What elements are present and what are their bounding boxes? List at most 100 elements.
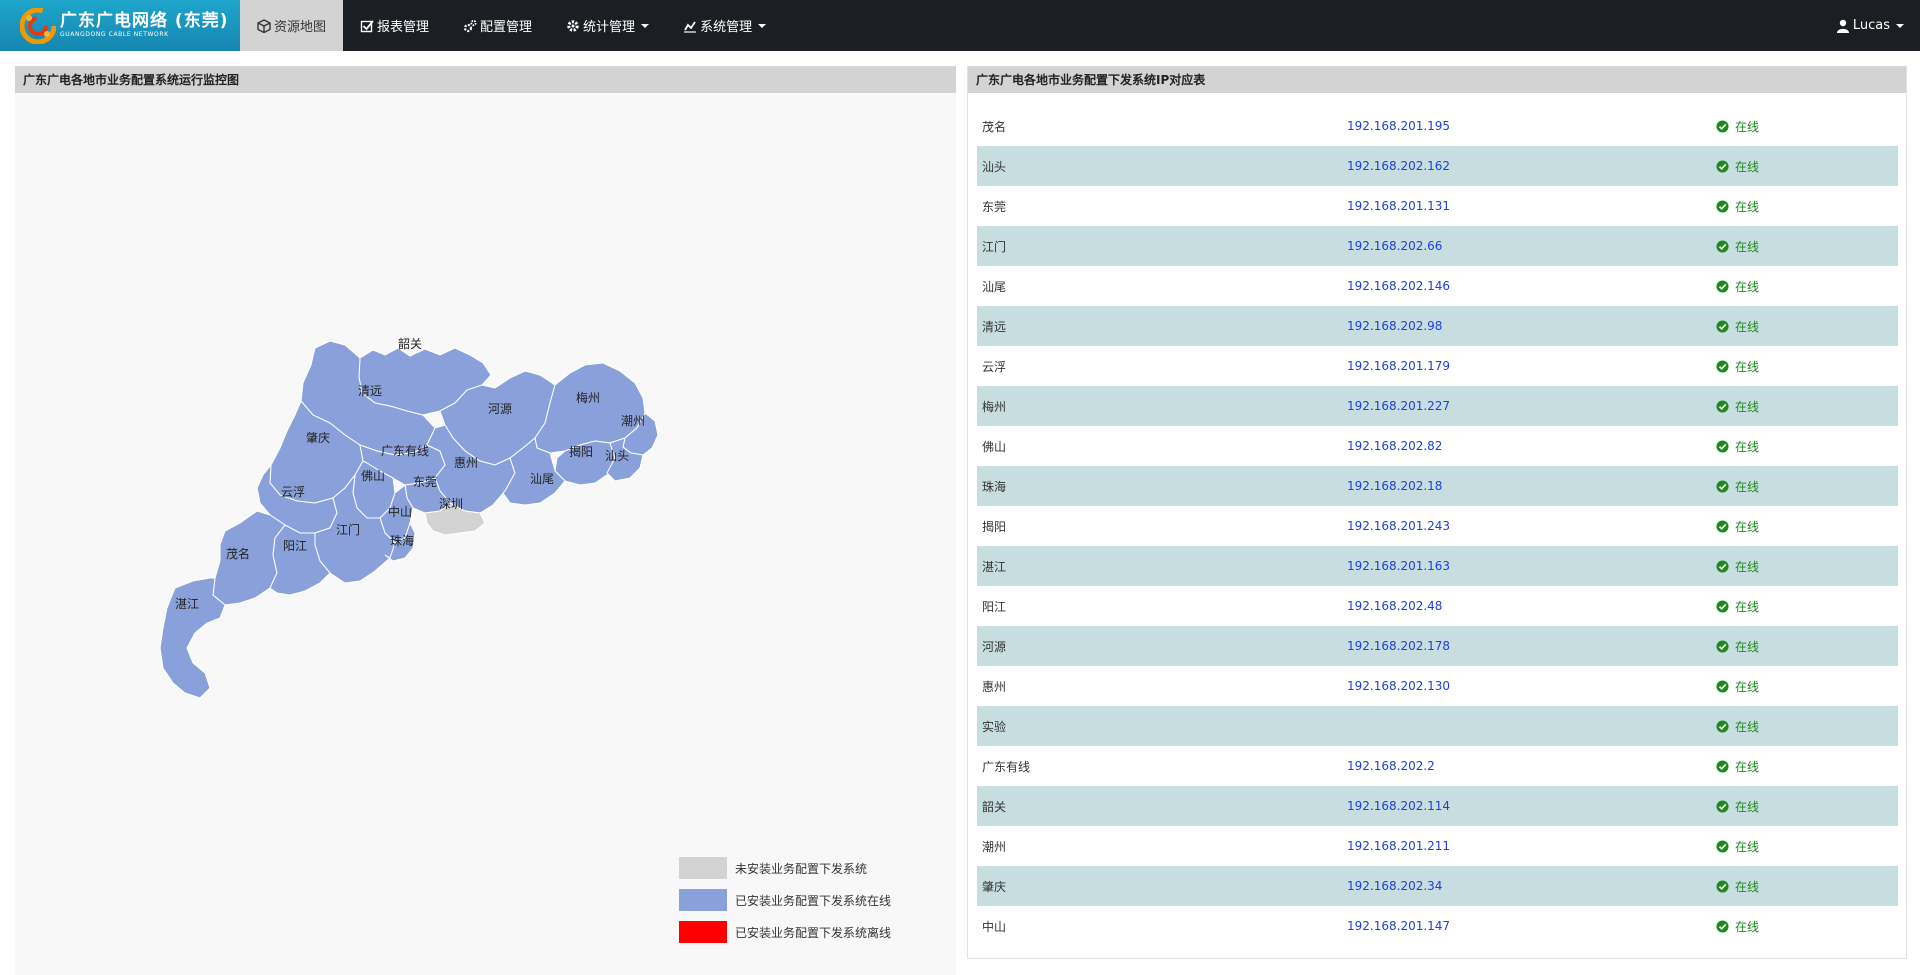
map-region-label: 茂名 <box>226 546 250 561</box>
status-cell: 在线 <box>1716 318 1759 335</box>
check-circle-icon <box>1716 559 1729 573</box>
city-cell: 广东有线 <box>982 759 1031 774</box>
main-nav: 资源地图 报表管理 配置管理 统计管理 系统管理 <box>240 0 783 51</box>
map-region-label: 江门 <box>336 522 360 537</box>
status-cell: 在线 <box>1716 558 1759 575</box>
city-cell: 云浮 <box>982 359 1007 374</box>
status-cell: 在线 <box>1716 638 1759 655</box>
table-row: 梅州 192.168.201.227 在线 <box>977 386 1898 426</box>
check-circle-icon <box>1716 879 1729 893</box>
brand-subtitle: GUANGDONG CABLE NETWORK <box>60 31 169 38</box>
city-cell: 珠海 <box>982 479 1007 494</box>
check-circle-icon <box>1716 519 1729 533</box>
ip-cell: 192.168.201.211 <box>1347 839 1451 853</box>
status-cell: 在线 <box>1716 758 1759 775</box>
map-region-label: 清远 <box>358 384 382 398</box>
table-row: 揭阳 192.168.201.243 在线 <box>977 506 1898 546</box>
legend-swatch <box>679 857 727 879</box>
status-label: 在线 <box>1735 439 1760 454</box>
check-circle-icon <box>1716 159 1729 173</box>
status-cell: 在线 <box>1716 878 1759 895</box>
map-region-label: 东莞 <box>413 475 437 489</box>
status-label: 在线 <box>1735 559 1760 574</box>
table-row: 韶关 192.168.202.114 在线 <box>977 786 1898 826</box>
map-region-label: 韶关 <box>398 336 422 351</box>
ip-cell: 192.168.201.131 <box>1347 199 1451 213</box>
status-cell: 在线 <box>1716 158 1759 175</box>
brand-title: 广东广电网络 (东莞) <box>60 11 229 31</box>
map-region-label: 肇庆 <box>306 430 330 445</box>
check-circle-icon <box>1716 119 1729 133</box>
status-cell: 在线 <box>1716 798 1759 815</box>
status-label: 在线 <box>1735 919 1760 934</box>
legend-label: 已安装业务配置下发系统在线 <box>735 893 892 908</box>
ip-cell: 192.168.202.98 <box>1347 319 1443 333</box>
status-label: 在线 <box>1735 799 1760 814</box>
status-cell: 在线 <box>1716 198 1759 215</box>
table-row: 珠海 192.168.202.18 在线 <box>977 466 1898 506</box>
user-menu[interactable]: Lucas <box>1836 0 1904 51</box>
ip-cell: 192.168.202.178 <box>1347 639 1451 653</box>
status-label: 在线 <box>1735 359 1760 374</box>
top-navbar: 广东广电网络 (东莞) GUANGDONG CABLE NETWORK 资源地图… <box>0 0 1920 51</box>
table-row: 中山 192.168.201.147 在线 <box>977 906 1898 946</box>
legend-label: 未安装业务配置下发系统 <box>735 861 868 876</box>
ip-cell: 192.168.202.162 <box>1347 159 1451 173</box>
nav-item-cogs[interactable]: 配置管理 <box>446 0 549 51</box>
status-label: 在线 <box>1735 279 1760 294</box>
map-region-label: 汕尾 <box>530 472 554 486</box>
status-cell: 在线 <box>1716 278 1759 295</box>
table-row: 汕尾 192.168.202.146 在线 <box>977 266 1898 306</box>
status-label: 在线 <box>1735 119 1760 134</box>
status-label: 在线 <box>1735 319 1760 334</box>
nav-item-checkbox[interactable]: 报表管理 <box>343 0 446 51</box>
chevron-down-icon <box>641 23 650 28</box>
ip-cell: 192.168.202.34 <box>1347 879 1443 893</box>
nav-item-chart[interactable]: 系统管理 <box>666 0 783 51</box>
nav-item-gear[interactable]: 统计管理 <box>549 0 666 51</box>
user-name: Lucas <box>1852 18 1890 33</box>
table-row: 肇庆 192.168.202.34 在线 <box>977 866 1898 906</box>
nav-item-label: 统计管理 <box>583 20 636 35</box>
city-cell: 茂名 <box>982 119 1007 134</box>
legend-label: 已安装业务配置下发系统离线 <box>735 925 892 940</box>
table-row: 广东有线 192.168.202.2 在线 <box>977 746 1898 786</box>
table-row: 江门 192.168.202.66 在线 <box>977 226 1898 266</box>
check-circle-icon <box>1716 439 1729 453</box>
gear-icon <box>567 19 579 32</box>
map-region-label: 佛山 <box>361 469 385 483</box>
brand[interactable]: 广东广电网络 (东莞) GUANGDONG CABLE NETWORK <box>0 0 240 51</box>
check-circle-icon <box>1716 279 1729 293</box>
guangdong-map: 韶关清远河源 梅州潮州肇庆广东有线惠州 揭阳 汕头佛山 东莞 汕尾云浮深圳中山江门茂名 阳江… <box>159 336 659 699</box>
check-circle-icon <box>1716 199 1729 213</box>
table-row: 东莞 192.168.201.131 在线 <box>977 186 1898 226</box>
nav-item-cube[interactable]: 资源地图 <box>240 0 344 51</box>
map-region-label: 揭阳 <box>569 444 593 459</box>
map-region-label: 惠州 <box>454 456 478 470</box>
chart-icon <box>684 21 697 33</box>
status-label: 在线 <box>1735 159 1760 174</box>
cube-icon <box>257 18 271 33</box>
check-circle-icon <box>1716 399 1729 413</box>
table-row: 湛江 192.168.201.163 在线 <box>977 546 1898 586</box>
city-cell: 韶关 <box>982 799 1007 814</box>
city-cell: 河源 <box>982 639 1007 654</box>
cogs-icon <box>463 19 477 32</box>
city-cell: 清远 <box>982 319 1007 334</box>
status-cell: 在线 <box>1716 118 1759 135</box>
status-label: 在线 <box>1735 759 1760 774</box>
status-label: 在线 <box>1735 639 1760 654</box>
ip-cell: 192.168.202.2 <box>1347 759 1435 773</box>
table-row: 佛山 192.168.202.82 在线 <box>977 426 1898 466</box>
nav-item-label: 资源地图 <box>274 20 327 35</box>
table-row: 惠州 192.168.202.130 在线 <box>977 666 1898 706</box>
ip-cell: 192.168.201.179 <box>1347 359 1451 373</box>
checkbox-icon <box>360 19 374 32</box>
city-cell: 惠州 <box>982 679 1007 694</box>
check-circle-icon <box>1716 919 1729 933</box>
ip-table-panel: 广东广电各地市业务配置下发系统IP对应表 茂名 192.168.201.195 在线… <box>967 66 1907 959</box>
status-label: 在线 <box>1735 239 1760 254</box>
check-circle-icon <box>1716 759 1729 773</box>
city-cell: 潮州 <box>982 839 1007 854</box>
nav-item-label: 报表管理 <box>377 20 430 35</box>
